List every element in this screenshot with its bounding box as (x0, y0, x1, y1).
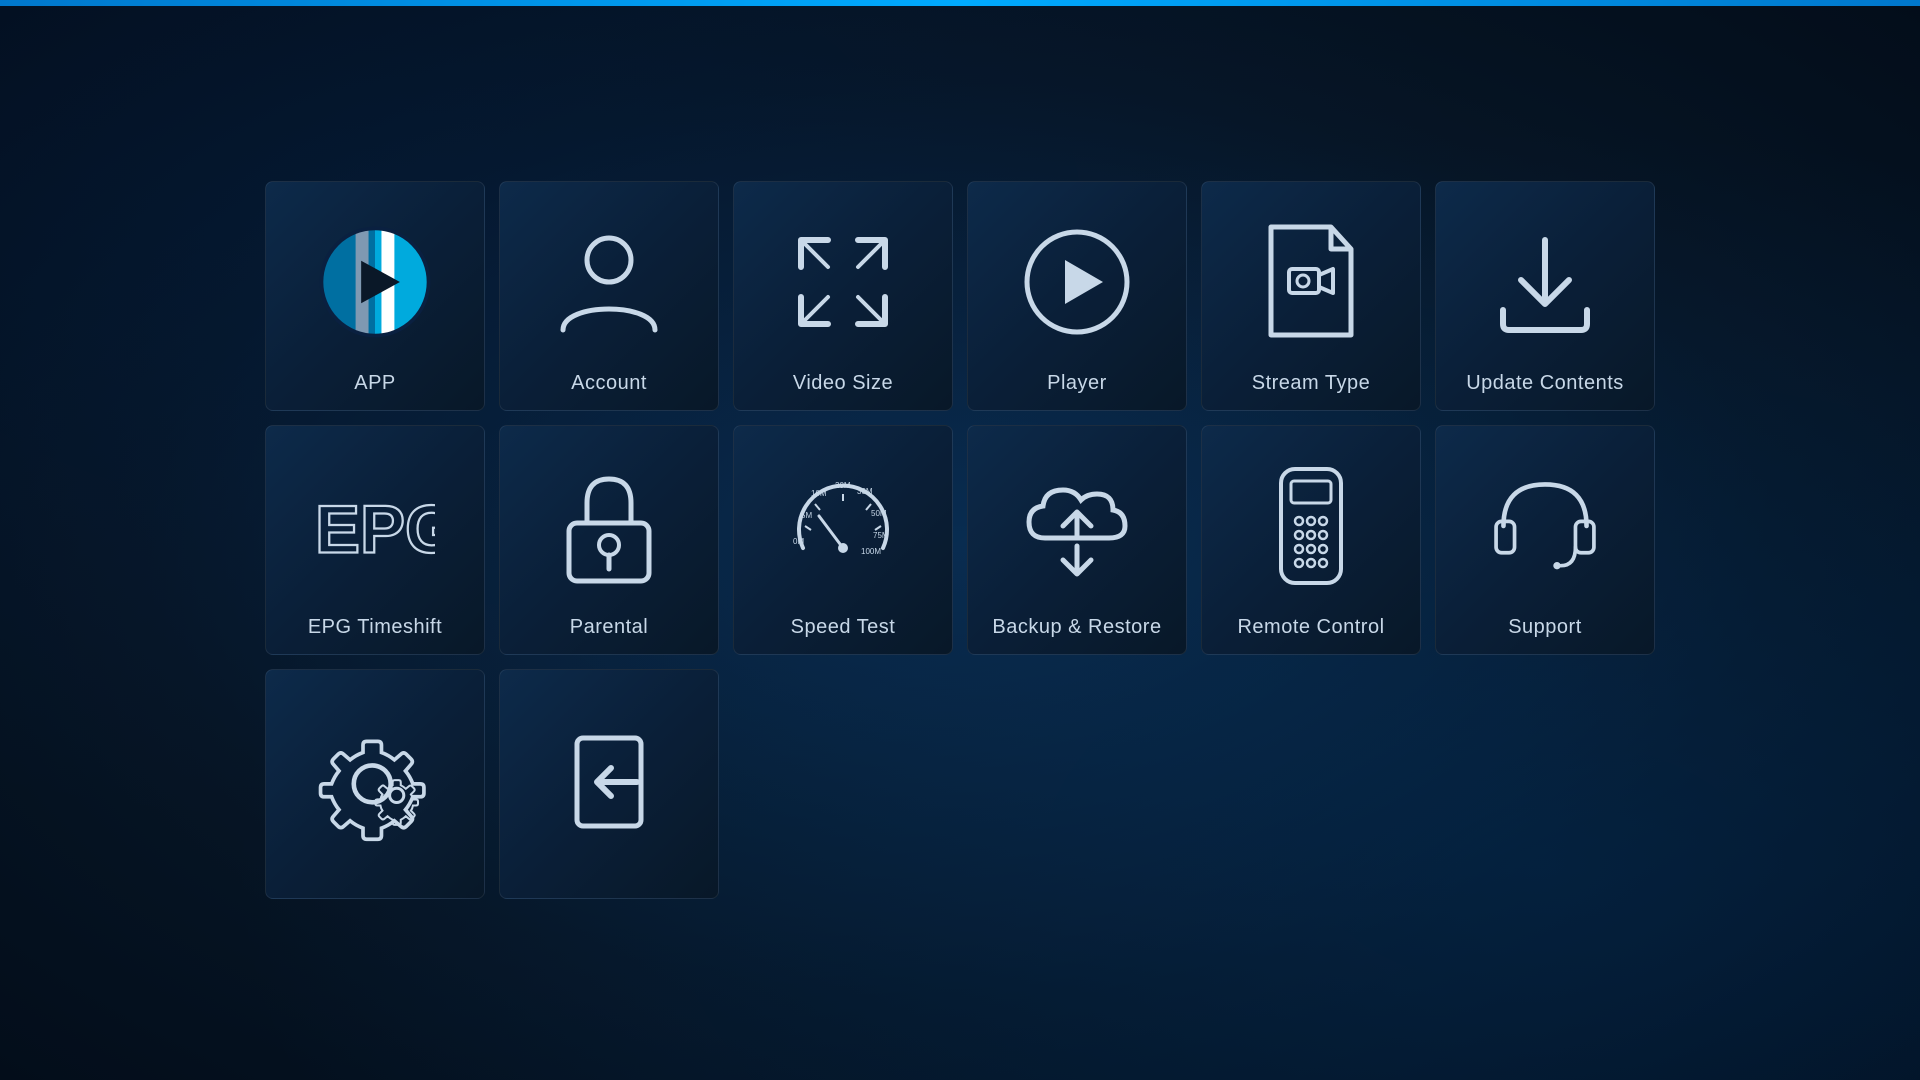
logout-icon (549, 690, 669, 873)
player-icon (1017, 202, 1137, 362)
svg-text:5M: 5M (801, 511, 812, 520)
tile-stream-type[interactable]: Stream Type (1201, 181, 1421, 411)
svg-text:100M: 100M (861, 547, 881, 556)
tile-update-contents-label: Update Contents (1466, 372, 1624, 395)
empty-tile-4 (1435, 669, 1655, 899)
tile-app-label: APP (354, 372, 396, 395)
svg-text:75M: 75M (873, 531, 889, 540)
backup-restore-icon (1017, 446, 1137, 606)
update-contents-icon (1485, 202, 1605, 362)
tile-account[interactable]: Account (499, 181, 719, 411)
account-icon (549, 202, 669, 362)
tile-support-label: Support (1508, 616, 1582, 639)
tile-update-contents[interactable]: Update Contents (1435, 181, 1655, 411)
svg-text:EPG: EPG (315, 492, 435, 567)
tile-epg[interactable]: EPG EPG Timeshift (265, 425, 485, 655)
tile-speed-test-label: Speed Test (791, 616, 896, 639)
svg-text:10M: 10M (811, 489, 827, 498)
empty-tile-1 (733, 669, 953, 899)
tile-backup-restore-label: Backup & Restore (992, 616, 1161, 639)
tile-player[interactable]: Player (967, 181, 1187, 411)
tile-app[interactable]: APP (265, 181, 485, 411)
tile-logout[interactable] (499, 669, 719, 899)
svg-text:30M: 30M (857, 487, 873, 496)
tile-remote-control-label: Remote Control (1237, 616, 1384, 639)
video-size-icon (783, 202, 903, 362)
tile-settings[interactable] (265, 669, 485, 899)
support-icon (1485, 446, 1605, 606)
tile-backup-restore[interactable]: Backup & Restore (967, 425, 1187, 655)
tile-parental[interactable]: Parental (499, 425, 719, 655)
empty-tile-3 (1201, 669, 1421, 899)
settings-grid: APP Account (245, 161, 1675, 919)
tile-player-label: Player (1047, 372, 1107, 395)
settings-icon (315, 690, 435, 873)
tile-video-size-label: Video Size (793, 372, 893, 395)
stream-type-icon (1251, 202, 1371, 362)
svg-text:50M: 50M (871, 509, 887, 518)
tile-speed-test[interactable]: 0M 5M 10M 20M 30M 50M 75M 100M Speed Tes… (733, 425, 953, 655)
svg-text:20M: 20M (835, 481, 851, 490)
speed-test-icon: 0M 5M 10M 20M 30M 50M 75M 100M (783, 446, 903, 606)
tile-epg-label: EPG Timeshift (308, 616, 442, 639)
parental-icon (549, 446, 669, 606)
tile-stream-type-label: Stream Type (1252, 372, 1371, 395)
remote-control-icon (1251, 446, 1371, 606)
tile-parental-label: Parental (570, 616, 649, 639)
tile-video-size[interactable]: Video Size (733, 181, 953, 411)
epg-icon: EPG (315, 446, 435, 606)
empty-tile-2 (967, 669, 1187, 899)
tile-account-label: Account (571, 372, 647, 395)
svg-text:0M: 0M (793, 537, 804, 546)
tile-support[interactable]: Support (1435, 425, 1655, 655)
tile-remote-control[interactable]: Remote Control (1201, 425, 1421, 655)
app-icon (315, 202, 435, 362)
